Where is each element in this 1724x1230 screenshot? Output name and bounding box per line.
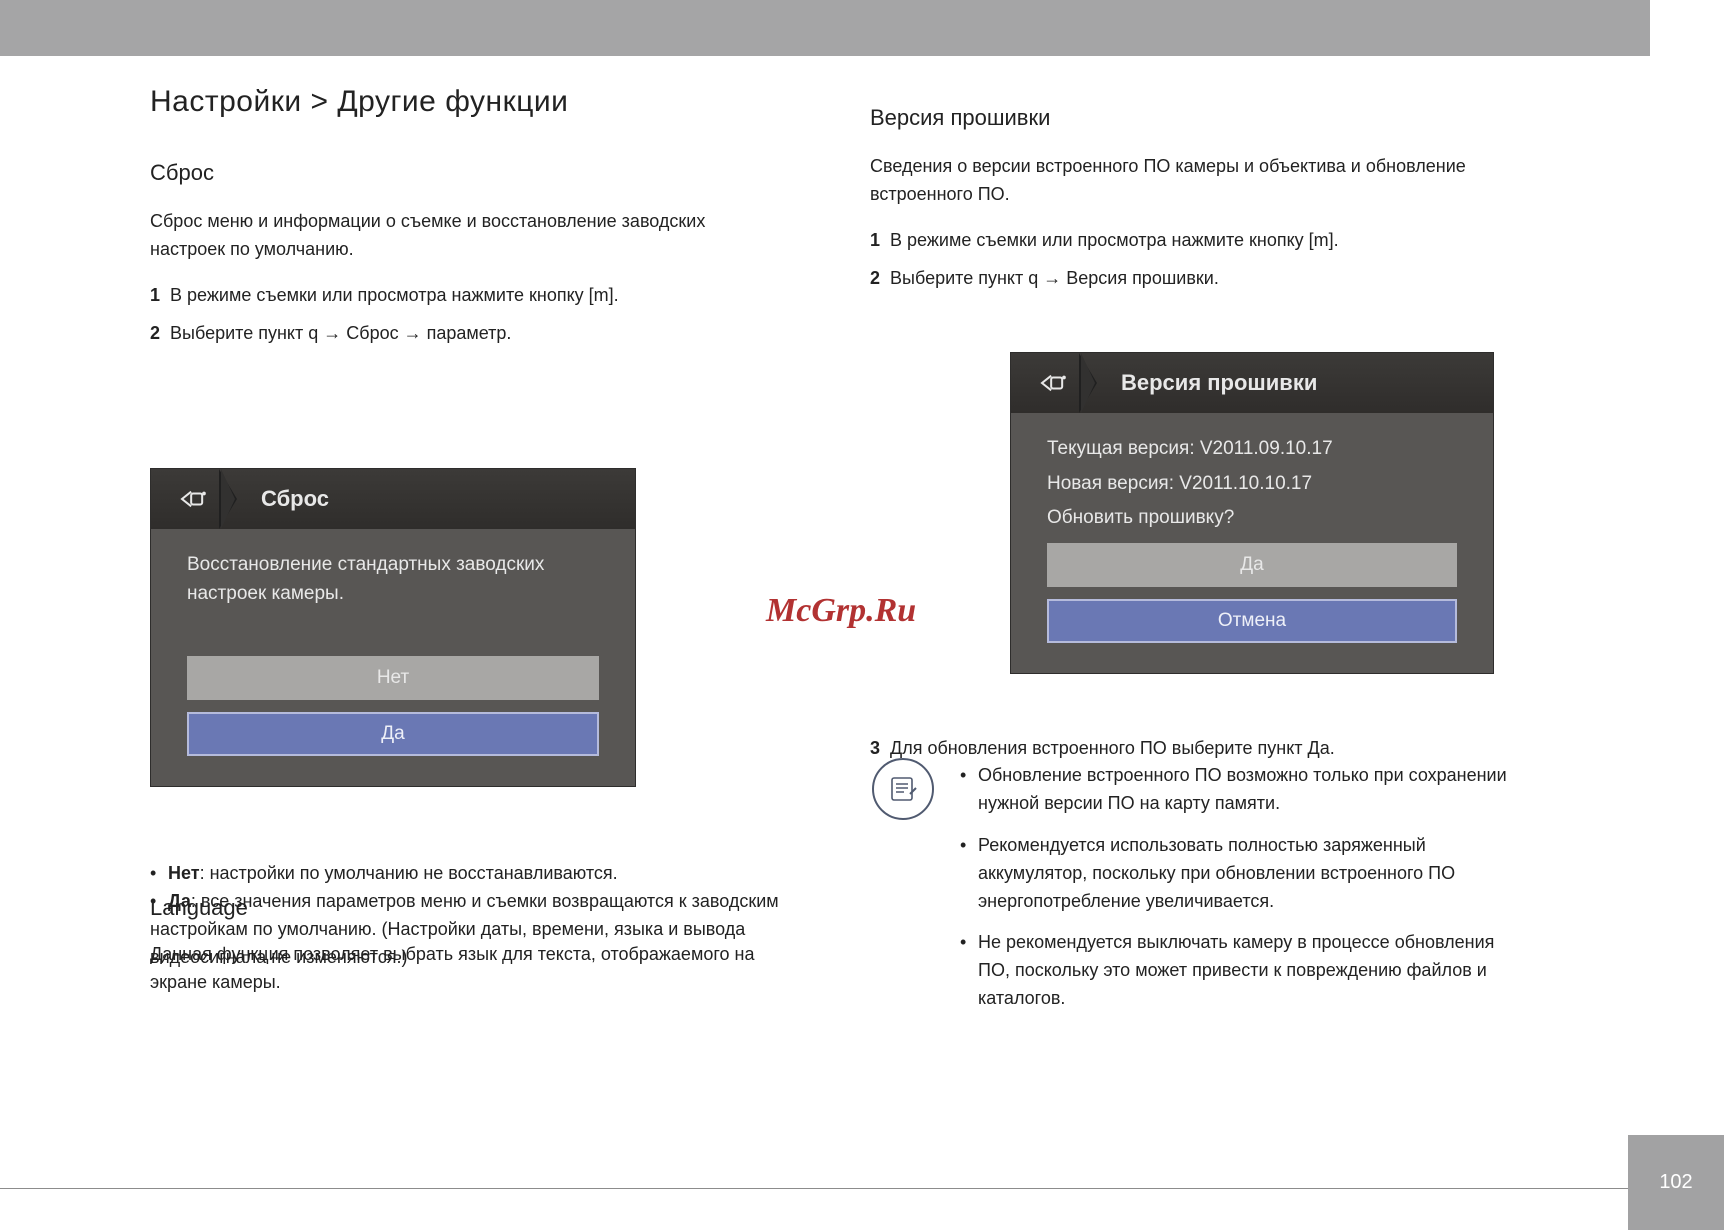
- language-body: Данная функция позволяет выбрать язык дл…: [150, 941, 810, 997]
- chevron-divider-icon: [219, 469, 249, 529]
- fw-note-1: Обновление встроенного ПО возможно тольк…: [978, 762, 1520, 818]
- firmware-intro: Сведения о версии встроенного ПО камеры …: [870, 153, 1510, 209]
- cancel-button[interactable]: Отмена: [1047, 599, 1457, 643]
- dialog-reset-header: Сброс: [151, 469, 635, 529]
- firmware-notes: •Обновление встроенного ПО возможно толь…: [960, 762, 1520, 1027]
- firmware-step1: В режиме съемки или просмотра нажмите кн…: [890, 230, 1339, 250]
- back-icon[interactable]: [165, 469, 221, 529]
- no-button[interactable]: Нет: [187, 656, 599, 700]
- fw-current-value: V2011.09.10.17: [1200, 438, 1333, 459]
- chevron-divider-icon: [1079, 353, 1109, 413]
- fw-prompt: Обновить прошивку?: [1047, 504, 1457, 533]
- footer-line: [0, 1188, 1724, 1189]
- note-icon-wrap: [872, 758, 934, 820]
- fw-new-label: Новая версия:: [1047, 473, 1174, 494]
- back-icon[interactable]: [1025, 353, 1081, 413]
- section-firmware: Версия прошивки Сведения о версии встрое…: [870, 105, 1530, 303]
- note-icon: [872, 758, 934, 820]
- dialog-firmware-header: Версия прошивки: [1011, 353, 1493, 413]
- fw-note-3: Не рекомендуется выключать камеру в проц…: [978, 929, 1520, 1013]
- reset-opt-no-label: Нет: [168, 863, 200, 883]
- yes-button[interactable]: Да: [187, 712, 599, 756]
- dialog-reset: Сброс Восстановление стандартных заводск…: [150, 468, 636, 787]
- dialog-firmware: Версия прошивки Текущая версия: V2011.09…: [1010, 352, 1494, 674]
- page-number: 102: [1628, 1135, 1724, 1230]
- yes-button[interactable]: Да: [1047, 543, 1457, 587]
- reset-opt-no-desc: : настройки по умолчанию не восстанавлив…: [200, 863, 618, 883]
- reset-step2-prefix: Выберите пункт: [170, 323, 303, 343]
- reset-intro: Сброс меню и информации о съемке и восст…: [150, 208, 710, 264]
- reset-step2-choice: q → Сброс → параметр.: [308, 323, 511, 343]
- firmware-step3: Для обновления встроенного ПО выберите п…: [890, 738, 1335, 758]
- fw-current-label: Текущая версия:: [1047, 438, 1195, 459]
- reset-step1: В режиме съемки или просмотра нажмите кн…: [170, 285, 619, 305]
- dialog-firmware-title: Версия прошивки: [1081, 370, 1317, 396]
- fw-note-2: Рекомендуется использовать полностью зар…: [978, 832, 1520, 916]
- top-bar: [0, 0, 1650, 56]
- heading-reset: Сброс: [150, 160, 830, 186]
- breadcrumb-title: Другие функции: [337, 85, 568, 118]
- fw-new-value: V2011.10.10.17: [1179, 473, 1312, 494]
- section-language: Language Данная функция позволяет выбрат…: [150, 895, 810, 997]
- section-reset: Сброс Сброс меню и информации о съемке и…: [150, 160, 830, 358]
- breadcrumb-separator: >: [310, 85, 337, 118]
- heading-firmware: Версия прошивки: [870, 105, 1530, 131]
- dialog-reset-message: Восстановление стандартных заводских нас…: [187, 551, 599, 608]
- heading-language: Language: [150, 895, 810, 921]
- firmware-step2: Выберите пункт q → Версия прошивки.: [890, 268, 1219, 288]
- watermark: McGrp.Ru: [766, 592, 916, 630]
- breadcrumb-chapter: Настройки: [150, 85, 302, 118]
